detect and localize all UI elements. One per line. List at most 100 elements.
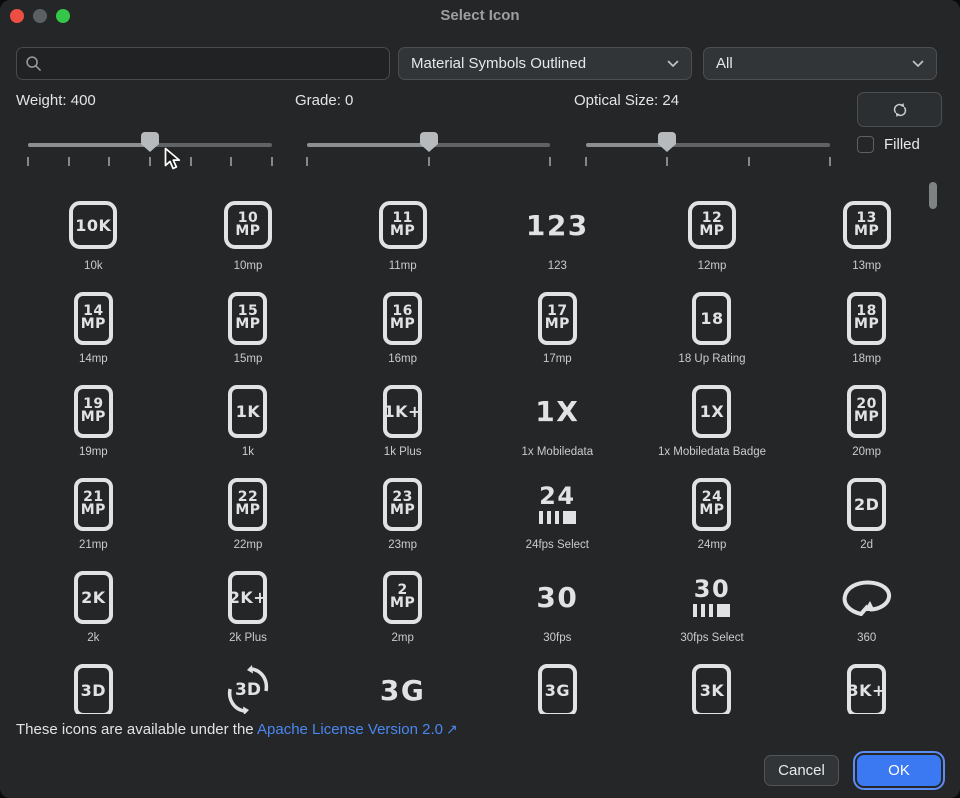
optical-size-slider[interactable] — [586, 129, 830, 169]
filled-checkbox[interactable] — [857, 136, 874, 153]
apache-license-link[interactable]: Apache License Version 2.0 — [257, 721, 443, 738]
search-field[interactable] — [16, 47, 390, 80]
icon-cell-1k[interactable]: 1K1k — [171, 376, 326, 469]
icon-glyph: 1K — [228, 385, 267, 438]
icon-area: 19MP — [74, 376, 113, 446]
icon-cell-22mp[interactable]: 22MP22mp — [171, 469, 326, 562]
weight-label: Weight: 400 — [16, 92, 272, 109]
icon-cell-3k[interactable]: 3K — [635, 655, 790, 714]
slider-track[interactable] — [586, 143, 830, 147]
icon-cell-18mp[interactable]: 18MP18mp — [789, 283, 944, 376]
slider-tick — [27, 157, 29, 166]
icon-area: 20MP — [847, 376, 886, 446]
icon-label: 23mp — [388, 539, 417, 551]
icon-cell-20mp[interactable]: 20MP20mp — [789, 376, 944, 469]
icon-cell-14mp[interactable]: 14MP14mp — [16, 283, 171, 376]
titlebar: Select Icon — [0, 0, 960, 32]
icon-cell-123[interactable]: 123123 — [480, 190, 635, 283]
icon-area: 18MP — [847, 283, 886, 353]
icon-cell-13mp[interactable]: 13MP13mp — [789, 190, 944, 283]
grade-slider[interactable] — [307, 129, 550, 169]
icon-cell-3k-[interactable]: 3K+ — [789, 655, 944, 714]
slider-tick — [306, 157, 308, 166]
slider-tick — [230, 157, 232, 166]
icon-label: 10mp — [234, 260, 263, 272]
icon-cell-3g[interactable]: 3G — [325, 655, 480, 714]
variation-controls: Weight: 400 Grade: 0 Optical Size: 24 Fi… — [0, 92, 960, 178]
icon-cell-2k-plus[interactable]: 2K+2k Plus — [171, 562, 326, 655]
icon-cell-16mp[interactable]: 16MP16mp — [325, 283, 480, 376]
icon-glyph: 18 — [692, 292, 731, 345]
icon-cell-1k-plus[interactable]: 1K+1k Plus — [325, 376, 480, 469]
icon-glyph: 24 — [539, 485, 576, 524]
icon-area: 2MP — [383, 562, 422, 632]
icon-cell-3g[interactable]: 3G — [480, 655, 635, 714]
icon-area: 15MP — [228, 283, 267, 353]
chevron-down-icon — [912, 60, 924, 68]
icon-label: 18mp — [852, 353, 881, 365]
slider-thumb[interactable] — [420, 132, 438, 145]
icon-label: 19mp — [79, 446, 108, 458]
icon-area: 21MP — [74, 469, 113, 539]
weight-slider[interactable] — [28, 129, 272, 169]
icon-cell-2d[interactable]: 2D2d — [789, 469, 944, 562]
icon-area — [841, 562, 893, 632]
icon-label: 24mp — [698, 539, 727, 551]
icon-area: 30 — [693, 562, 730, 632]
scrollbar[interactable] — [929, 180, 937, 710]
icon-glyph: 2D — [847, 478, 886, 531]
icon-cell-19mp[interactable]: 19MP19mp — [16, 376, 171, 469]
font-family-value: Material Symbols Outlined — [411, 55, 667, 72]
icon-cell-2mp[interactable]: 2MP2mp — [325, 562, 480, 655]
icon-cell-18-up-rating[interactable]: 1818 Up Rating — [635, 283, 790, 376]
icon-glyph: 1X — [535, 395, 579, 428]
icon-glyph: 30 — [693, 578, 730, 617]
icon-cell-11mp[interactable]: 11MP11mp — [325, 190, 480, 283]
icon-area: 1X — [535, 376, 579, 446]
icon-cell-21mp[interactable]: 21MP21mp — [16, 469, 171, 562]
icon-glyph: 20MP — [847, 385, 886, 438]
icon-cell-12mp[interactable]: 12MP12mp — [635, 190, 790, 283]
icon-cell-1x-mobiledata-badge[interactable]: 1X1x Mobiledata Badge — [635, 376, 790, 469]
slider-tick — [108, 157, 110, 166]
icon-cell-30fps-select[interactable]: 30 30fps Select — [635, 562, 790, 655]
icon-cell-3d[interactable]: 3D — [16, 655, 171, 714]
icon-cell-24fps-select[interactable]: 2424fps Select — [480, 469, 635, 562]
chevron-down-icon — [667, 60, 679, 68]
icon-label: 11mp — [389, 260, 417, 272]
icon-glyph: 3K — [692, 664, 731, 715]
icon-cell-10k[interactable]: 10K10k — [16, 190, 171, 283]
icon-label: 30fps Select — [680, 632, 743, 644]
slider-thumb[interactable] — [658, 132, 676, 145]
icon-cell-2k[interactable]: 2K2k — [16, 562, 171, 655]
ok-button[interactable]: OK — [857, 755, 941, 786]
icon-area: 11MP — [379, 190, 427, 260]
category-select[interactable]: All — [703, 47, 937, 80]
scrollbar-thumb[interactable] — [929, 182, 937, 209]
icon-glyph: 13MP — [843, 201, 891, 249]
icon-glyph: 14MP — [74, 292, 113, 345]
cancel-button[interactable]: Cancel — [764, 755, 839, 786]
icon-cell-17mp[interactable]: 17MP17mp — [480, 283, 635, 376]
icon-label: 1x Mobiledata Badge — [658, 446, 766, 458]
refresh-button[interactable] — [857, 92, 942, 127]
icon-cell-30fps[interactable]: 3030fps — [480, 562, 635, 655]
icon-area: 22MP — [228, 469, 267, 539]
slider-tick — [549, 157, 551, 166]
icon-cell-1x-mobiledata[interactable]: 1X1x Mobiledata — [480, 376, 635, 469]
slider-thumb[interactable] — [141, 132, 159, 145]
icon-cell-24mp[interactable]: 24MP24mp — [635, 469, 790, 562]
icon-cell-3d[interactable]: 3D — [171, 655, 326, 714]
slider-tick — [190, 157, 192, 166]
icon-cell-360[interactable]: 360 — [789, 562, 944, 655]
icon-glyph-360 — [841, 574, 893, 620]
font-family-select[interactable]: Material Symbols Outlined — [398, 47, 692, 80]
icon-cell-10mp[interactable]: 10MP10mp — [171, 190, 326, 283]
icon-cell-15mp[interactable]: 15MP15mp — [171, 283, 326, 376]
search-input[interactable] — [48, 54, 381, 73]
icon-glyph: 2K — [74, 571, 113, 624]
icon-label: 2mp — [391, 632, 413, 644]
icon-area: 24MP — [692, 469, 731, 539]
icon-glyph: 15MP — [228, 292, 267, 345]
icon-cell-23mp[interactable]: 23MP23mp — [325, 469, 480, 562]
